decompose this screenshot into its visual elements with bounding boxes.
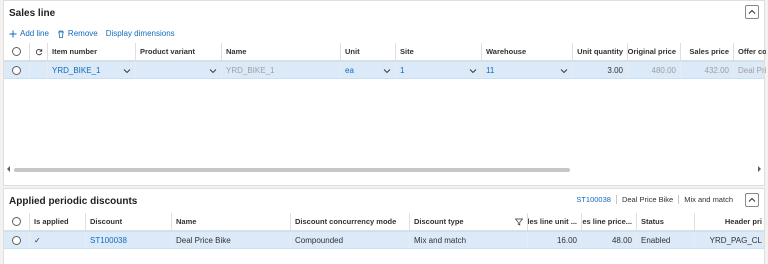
unit-quantity-field[interactable]: 3.00	[573, 62, 628, 78]
summary-discount-name: Deal Price Bike	[617, 195, 680, 204]
chevron-down-icon	[123, 69, 131, 74]
select-all-radio[interactable]	[4, 213, 30, 230]
col-discount-type[interactable]: Discount type	[410, 213, 528, 230]
col-discount-type-label: Discount type	[414, 217, 464, 226]
item-number-dropdown[interactable]: YRD_BIKE_1	[48, 62, 136, 78]
sales-line-collapse-button[interactable]	[745, 5, 759, 19]
col-name[interactable]: Name	[222, 43, 341, 60]
discount-type-value: Mix and match	[410, 232, 528, 248]
display-dimensions-button[interactable]: Display dimensions	[106, 29, 175, 38]
col-sales-price[interactable]: Sales price	[681, 43, 734, 60]
chevron-down-icon	[209, 69, 217, 74]
chevron-down-icon	[383, 69, 391, 74]
applied-discount-row[interactable]: ✓ ST100038 Deal Price Bike Compounded Mi…	[4, 231, 764, 249]
sales-line-unit-value: 16.00	[528, 232, 582, 248]
col-unit-quantity[interactable]: Unit quantity	[573, 43, 628, 60]
applied-discounts-header: Is applied Discount Name Discount concur…	[4, 213, 764, 231]
chevron-up-icon	[748, 9, 756, 14]
applied-discounts-collapse-button[interactable]	[745, 193, 759, 207]
item-number-value: YRD_BIKE_1	[52, 65, 101, 75]
col-site[interactable]: Site	[396, 43, 482, 60]
col-unit[interactable]: Unit	[341, 43, 396, 60]
remove-button[interactable]: Remove	[57, 29, 98, 38]
col-offer-code[interactable]: Offer co	[734, 43, 766, 60]
col-status[interactable]: Status	[637, 213, 695, 230]
sales-line-panel: Sales line Add line Remove Display dimen…	[3, 0, 766, 186]
trash-icon	[57, 30, 64, 38]
site-dropdown[interactable]: 1	[396, 62, 482, 78]
unit-dropdown[interactable]: ea	[341, 62, 396, 78]
chevron-down-icon	[469, 69, 477, 74]
sales-line-title: Sales line	[9, 8, 56, 19]
select-all-radio[interactable]	[4, 43, 30, 60]
col-sales-line-price[interactable]: Sales line price...	[582, 213, 637, 230]
sales-line-header: Item number Product variant Name Unit Si…	[4, 43, 766, 61]
product-variant-dropdown[interactable]	[136, 62, 222, 78]
status-value: Enabled	[637, 232, 695, 248]
chevron-down-icon	[560, 69, 568, 74]
is-applied-value: ✓	[30, 232, 86, 248]
row-spacer	[30, 62, 48, 78]
add-line-button[interactable]: Add line	[9, 29, 49, 38]
refresh-icon[interactable]	[30, 43, 48, 60]
sales-line-row[interactable]: YRD_BIKE_1 YRD_BIKE_1 ea 1 11 3.00 480.0…	[4, 61, 766, 79]
scroll-right-icon[interactable]	[755, 165, 763, 173]
name-value: YRD_BIKE_1	[222, 62, 341, 78]
col-header-price[interactable]: Header pri	[695, 213, 766, 230]
sales-price-value: 432.00	[681, 62, 734, 78]
row-select-radio[interactable]	[4, 232, 30, 248]
add-line-label: Add line	[20, 29, 49, 38]
concurrency-mode-value: Compounded	[291, 232, 410, 248]
col-is-applied[interactable]: Is applied	[30, 213, 86, 230]
discount-name-value: Deal Price Bike	[172, 232, 291, 248]
col-warehouse[interactable]: Warehouse	[482, 43, 573, 60]
col-discount-name[interactable]: Name	[172, 213, 291, 230]
col-discount[interactable]: Discount	[86, 213, 172, 230]
sales-line-price-value: 48.00	[582, 232, 637, 248]
discount-link[interactable]: ST100038	[86, 232, 172, 248]
col-item-number[interactable]: Item number	[48, 43, 136, 60]
site-value: 1	[400, 65, 405, 75]
plus-icon	[9, 30, 17, 37]
discount-summary: ST100038 Deal Price Bike Mix and match	[571, 195, 738, 204]
applied-discounts-panel: Applied periodic discounts ST100038 Deal…	[3, 188, 765, 264]
original-price-value: 480.00	[628, 62, 681, 78]
sales-line-toolbar: Add line Remove Display dimensions	[9, 29, 175, 38]
warehouse-dropdown[interactable]: 11	[482, 62, 573, 78]
chevron-up-icon	[748, 197, 756, 202]
filter-icon[interactable]	[515, 218, 523, 226]
col-original-price[interactable]: Original price	[628, 43, 681, 60]
header-price-value: YRD_PAG_CL	[709, 235, 762, 245]
remove-label: Remove	[67, 29, 98, 38]
summary-discount-type: Mix and match	[684, 195, 733, 204]
warehouse-value: 11	[486, 65, 495, 75]
col-product-variant[interactable]: Product variant	[136, 43, 222, 60]
horizontal-scrollbar[interactable]	[14, 168, 570, 172]
unit-value: ea	[345, 65, 354, 75]
summary-discount-id: ST100038	[571, 195, 617, 204]
scroll-left-icon[interactable]	[5, 165, 13, 173]
col-sales-line-unit[interactable]: Sales line unit ...	[528, 213, 582, 230]
applied-discounts-title: Applied periodic discounts	[9, 196, 138, 207]
offer-code-value: Deal Price	[738, 65, 766, 75]
row-select-radio[interactable]	[4, 62, 30, 78]
col-concurrency-mode[interactable]: Discount concurrency mode	[291, 213, 410, 230]
